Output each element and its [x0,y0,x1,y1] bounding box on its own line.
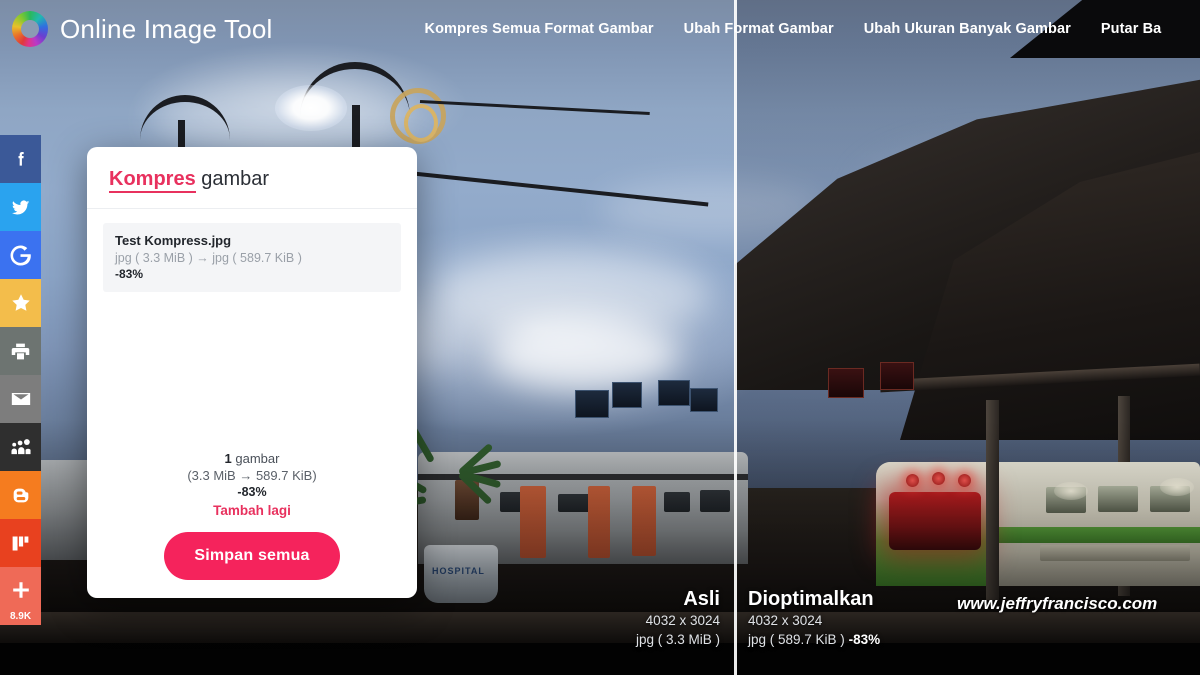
planter-label: HOSPITAL [432,566,485,576]
locomotive-windshield [889,492,981,550]
palm-plant [384,423,502,540]
file-name: Test Kompress.jpg [115,233,232,248]
train-window [1098,486,1138,512]
summary-sizes: (3.3 MiB → 589.7 KiB) [187,468,317,483]
star-icon [11,294,30,311]
summary-percent: -83% [237,485,267,499]
social-button-share-more[interactable]: 8.9K [0,567,41,625]
comparison-optimized-size: jpg ( 589.7 KiB ) -83% [748,631,1008,650]
comparison-original-title: Asli [683,588,720,610]
dialog-title-rest: gambar [195,168,270,190]
street-lamp-glow [275,85,347,131]
station-sign [690,388,718,412]
station-sign [575,390,609,418]
watermark: www.jeffryfrancisco.com [957,594,1158,613]
platform-pillar [986,400,999,600]
social-button-mix[interactable] [0,519,41,567]
station-sign [612,382,642,408]
nav-link-kompres-semua-format-gambar[interactable]: Kompres Semua Format Gambar [425,21,654,37]
cloud [490,320,680,390]
nav-link-ubah-format-gambar[interactable]: Ubah Format Gambar [684,21,834,37]
comparison-original: Asli 4032 x 3024 jpg ( 3.3 MiB ) [560,588,720,650]
train-window [664,492,690,512]
social-share-sidebar: 8.9K [0,135,41,625]
file-list-item[interactable]: Test Kompress.jpg jpg ( 3.3 MiB ) → jpg … [103,223,401,292]
myspace-icon [10,439,31,455]
nav-link-ubah-ukuran-banyak-gambar[interactable]: Ubah Ukuran Banyak Gambar [864,21,1071,37]
comparison-divider[interactable] [734,0,737,675]
train-window [700,490,730,512]
brand[interactable]: Online Image Tool [12,11,273,47]
add-more-link[interactable]: Tambah lagi [213,503,291,518]
top-navigation-bar: Online Image Tool Kompres Semua Format G… [0,0,1200,58]
train-door [588,486,610,558]
comparison-original-dimensions: 4032 x 3024 [645,613,720,628]
dialog-body: Test Kompress.jpg jpg ( 3.3 MiB ) → jpg … [87,209,417,451]
file-conversion: jpg ( 3.3 MiB ) → jpg ( 589.7 KiB ) [115,251,302,265]
nav-link-putar-balik-gambar[interactable]: Putar Ba [1101,21,1161,37]
rainbow-ring-logo-icon [12,11,48,47]
google-icon [10,245,31,265]
share-count: 8.9K [9,611,32,622]
social-button-favorites[interactable] [0,279,41,327]
train-window [558,494,592,512]
dialog-footer: 1 gambar (3.3 MiB → 589.7 KiB) -83% Tamb… [87,451,417,598]
nav-links: Kompres Semua Format Gambar Ubah Format … [425,21,1162,37]
printer-icon [11,343,30,359]
dialog-title-highlight: Kompres [109,168,196,193]
social-button-twitter[interactable] [0,183,41,231]
social-button-google[interactable] [0,231,41,279]
social-button-blogger[interactable] [0,471,41,519]
train-door [632,486,656,556]
comparison-optimized-size-text: jpg ( 589.7 KiB ) [748,632,845,648]
summary-count-number: 1 [224,451,232,466]
social-button-facebook[interactable] [0,135,41,183]
station-sign [828,368,864,398]
facebook-icon [18,152,24,166]
platform-lamp [1054,482,1088,500]
headlamp [932,472,945,485]
comparison-original-size: jpg ( 3.3 MiB ) [635,632,720,648]
train-skirt [1040,545,1190,561]
station-sign [658,380,690,406]
headlamp [906,474,919,487]
blogger-icon [13,488,28,503]
envelope-icon [11,393,30,405]
dialog-header: Kompres gambar [87,147,417,209]
comparison-optimized-dimensions: 4032 x 3024 [748,613,823,628]
brand-name: Online Image Tool [60,13,273,44]
headlamp [958,474,971,487]
file-reduction-percent: -83% [115,267,144,281]
dialog-title: Kompres gambar [109,168,395,193]
social-button-print[interactable] [0,327,41,375]
mix-icon [12,536,29,550]
platform-lamp [1160,478,1194,496]
plus-icon [12,582,29,598]
summary-count-unit: gambar [231,451,280,466]
save-all-button[interactable]: Simpan semua [164,532,340,580]
station-sign [880,362,914,390]
app-screen: HOSPITAL Online Image Tool Kompres Semua… [0,0,1200,675]
twitter-icon [11,199,30,215]
compress-dialog: Kompres gambar Test Kompress.jpg jpg ( 3… [87,147,417,598]
summary-count: 1 gambar [103,451,401,466]
social-button-myspace[interactable] [0,423,41,471]
train-door [520,486,546,558]
social-button-email[interactable] [0,375,41,423]
catenary-wire-loop [404,104,438,142]
comparison-optimized-percent: -83% [848,632,881,648]
